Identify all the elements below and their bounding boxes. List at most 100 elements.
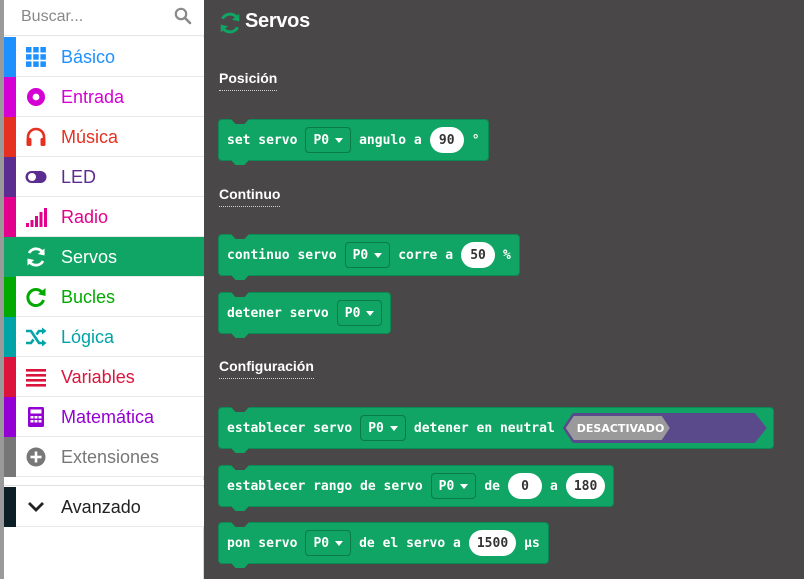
category-logica[interactable]: Lógica (4, 317, 204, 357)
search-box (4, 0, 204, 36)
category-label: Extensiones (61, 447, 160, 467)
category-label: Entrada (61, 87, 125, 107)
category-color-bar (4, 397, 16, 437)
category-label: Variables (61, 367, 135, 387)
toolbox-sidebar: Básico Entrada Música LED (0, 0, 204, 579)
block-notch (231, 333, 249, 338)
block-text: de el servo a (359, 535, 461, 551)
search-input[interactable] (4, 0, 164, 34)
headphones-icon (26, 127, 46, 146)
caret-down-icon (374, 252, 383, 258)
block-text: a (549, 478, 558, 494)
block-detener-servo[interactable]: detener servo P0 (218, 292, 392, 338)
flyout-title: Servos (245, 10, 310, 32)
pin-dropdown[interactable]: P0 (305, 530, 352, 556)
block-text: corre a (398, 247, 454, 263)
circle-dot-icon (27, 88, 45, 106)
section-label-configuracion: Configuración (219, 358, 314, 379)
block-text: de (484, 478, 500, 494)
neutral-toggle[interactable]: DESACTIVADO (563, 413, 767, 443)
block-text: detener servo (227, 305, 329, 321)
block-establecer-rango[interactable]: establecer rango de servo P0 de 0 a 180 (218, 465, 615, 511)
angle-input[interactable]: 90 (429, 127, 464, 153)
category-extensiones[interactable]: Extensiones (4, 437, 204, 477)
section-label-continuo: Continuo (219, 186, 281, 207)
block-notch (231, 292, 249, 297)
category-color-bar (4, 357, 16, 397)
block-establecer-neutral[interactable]: establecer servo P0 detener en neutral D… (218, 407, 774, 453)
pin-value: P0 (313, 132, 330, 148)
block-set-servo[interactable]: set servo P0 angulo a 90 ° (218, 119, 489, 165)
pin-value: P0 (344, 305, 361, 321)
category-led[interactable]: LED (4, 157, 204, 197)
category-radio[interactable]: Radio (4, 197, 204, 237)
grid-icon (26, 47, 46, 67)
range-max-input[interactable]: 180 (565, 473, 606, 499)
speed-input[interactable]: 50 (461, 242, 496, 268)
unit-suffix: % (503, 247, 511, 263)
category-label: Avanzado (61, 497, 141, 517)
block-notch (231, 407, 249, 412)
block-notch (231, 448, 249, 453)
category-servos[interactable]: Servos (4, 237, 204, 277)
block-notch (231, 522, 249, 527)
chevron-down-icon (28, 502, 44, 512)
signal-bars-icon (26, 208, 47, 227)
search-icon[interactable] (174, 7, 192, 25)
category-color-bar (4, 37, 16, 77)
pin-value: P0 (438, 478, 455, 494)
blocks-flyout: Servos Posición set servo P0 angulo a 90… (204, 0, 804, 579)
block-notch (231, 160, 249, 165)
pin-dropdown[interactable]: P0 (336, 300, 383, 326)
category-color-bar (4, 117, 16, 157)
category-color-bar (4, 197, 16, 237)
category-color-bar (4, 157, 16, 197)
category-label: Lógica (61, 327, 115, 347)
category-label: Servos (61, 247, 118, 267)
category-variables[interactable]: Variables (4, 357, 204, 397)
category-label: LED (61, 167, 97, 187)
category-color-bar (4, 487, 16, 527)
category-entrada[interactable]: Entrada (4, 77, 204, 117)
list-lines-icon (26, 369, 46, 387)
calculator-icon (28, 407, 44, 427)
loop-icon (26, 288, 46, 307)
block-notch (231, 119, 249, 124)
pin-dropdown[interactable]: P0 (344, 242, 391, 268)
category-color-bar (4, 317, 16, 357)
category-bucles[interactable]: Bucles (4, 277, 204, 317)
shuffle-icon (26, 327, 47, 347)
block-notch (231, 465, 249, 470)
block-text: continuo servo (227, 247, 337, 263)
caret-down-icon (335, 137, 344, 143)
category-label: Radio (61, 207, 109, 227)
pin-dropdown[interactable]: P0 (360, 415, 406, 441)
category-label: Básico (61, 47, 116, 67)
category-label: Música (61, 127, 119, 147)
caret-down-icon (389, 425, 398, 431)
section-label-posicion: Posición (219, 70, 278, 91)
block-text: angulo a (359, 132, 422, 148)
pin-dropdown[interactable]: P0 (305, 127, 352, 153)
toggle-label: DESACTIVADO (576, 421, 665, 435)
block-notch (231, 506, 249, 511)
category-color-bar (4, 237, 16, 277)
pin-value: P0 (352, 247, 369, 263)
range-min-input[interactable]: 0 (507, 473, 542, 499)
block-notch (231, 234, 249, 239)
category-matematica[interactable]: Matemática (4, 397, 204, 437)
category-color-bar (4, 437, 16, 477)
category-musica[interactable]: Música (4, 117, 204, 157)
block-text: establecer rango de servo (227, 478, 423, 494)
refresh-icon (27, 247, 45, 267)
category-avanzado[interactable]: Avanzado (4, 487, 204, 527)
unit-suffix: µs (524, 535, 540, 551)
category-basico[interactable]: Básico (4, 37, 204, 77)
category-color-bar (4, 77, 16, 117)
block-continuo-servo[interactable]: continuo servo P0 corre a 50 % (218, 234, 520, 280)
toggle-icon (25, 171, 47, 183)
block-pon-servo[interactable]: pon servo P0 de el servo a 1500 µs (218, 522, 549, 568)
category-label: Matemática (61, 407, 155, 427)
pulse-input[interactable]: 1500 (468, 530, 517, 556)
pin-dropdown[interactable]: P0 (430, 473, 477, 499)
